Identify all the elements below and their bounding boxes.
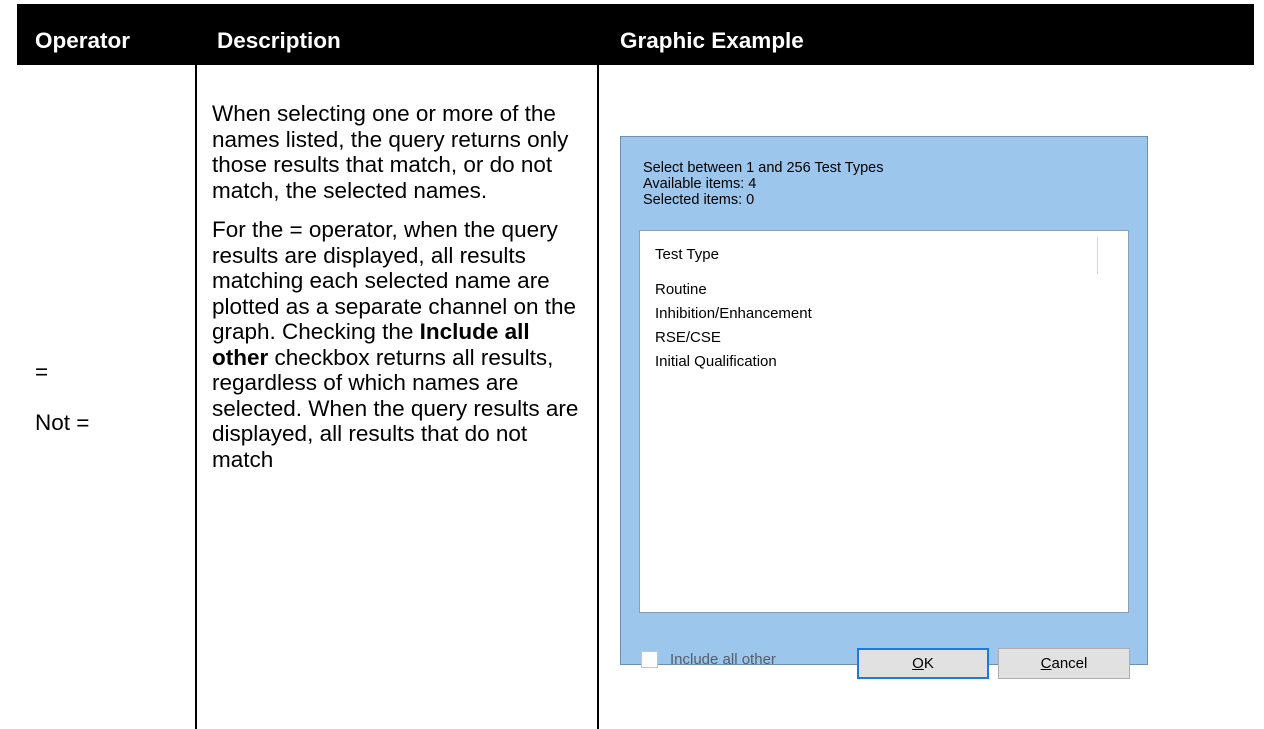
header-operator: Operator [35,28,131,53]
selected-items-text: Selected items: 0 [643,192,755,208]
operator-equals: = [35,359,49,384]
selection-range-text: Select between 1 and 256 Test Types [643,160,884,176]
include-all-other-option[interactable]: Include all other [641,651,776,668]
cancel-button[interactable]: Cancel [998,648,1130,679]
header-graphic-example: Graphic Example [620,28,804,53]
column-header-test-type[interactable]: Test Type [655,246,719,263]
header-description: Description [217,28,341,53]
list-item-routine[interactable]: Routine [655,280,812,304]
description-paragraph-2: For the = operator, when the query resul… [212,217,579,472]
ok-button[interactable]: OK [857,648,989,679]
description-paragraph-1: When selecting one or more of the names … [212,101,569,203]
test-type-list: Routine Inhibition/Enhancement RSE/CSE I… [655,280,812,376]
list-item-initial-qualification[interactable]: Initial Qualification [655,352,812,376]
include-all-other-checkbox[interactable] [641,651,658,668]
list-item-rse-cse[interactable]: RSE/CSE [655,328,812,352]
table-header-row: Operator Description Graphic Example [17,4,1254,65]
select-test-types-dialog: Select between 1 and 256 Test Types Avai… [620,136,1148,679]
column-divider-2 [597,65,599,729]
operator-not-equals: Not = [35,410,90,435]
description-cell: When selecting one or more of the names … [212,101,590,486]
column-separator[interactable] [1097,237,1098,274]
test-type-listbox[interactable]: Test Type Routine Inhibition/Enhancement… [639,230,1129,613]
column-divider-1 [195,65,197,729]
list-item-inhibition-enhancement[interactable]: Inhibition/Enhancement [655,304,812,328]
include-all-other-label[interactable]: Include all other [670,651,776,668]
available-items-text: Available items: 4 [643,176,757,192]
